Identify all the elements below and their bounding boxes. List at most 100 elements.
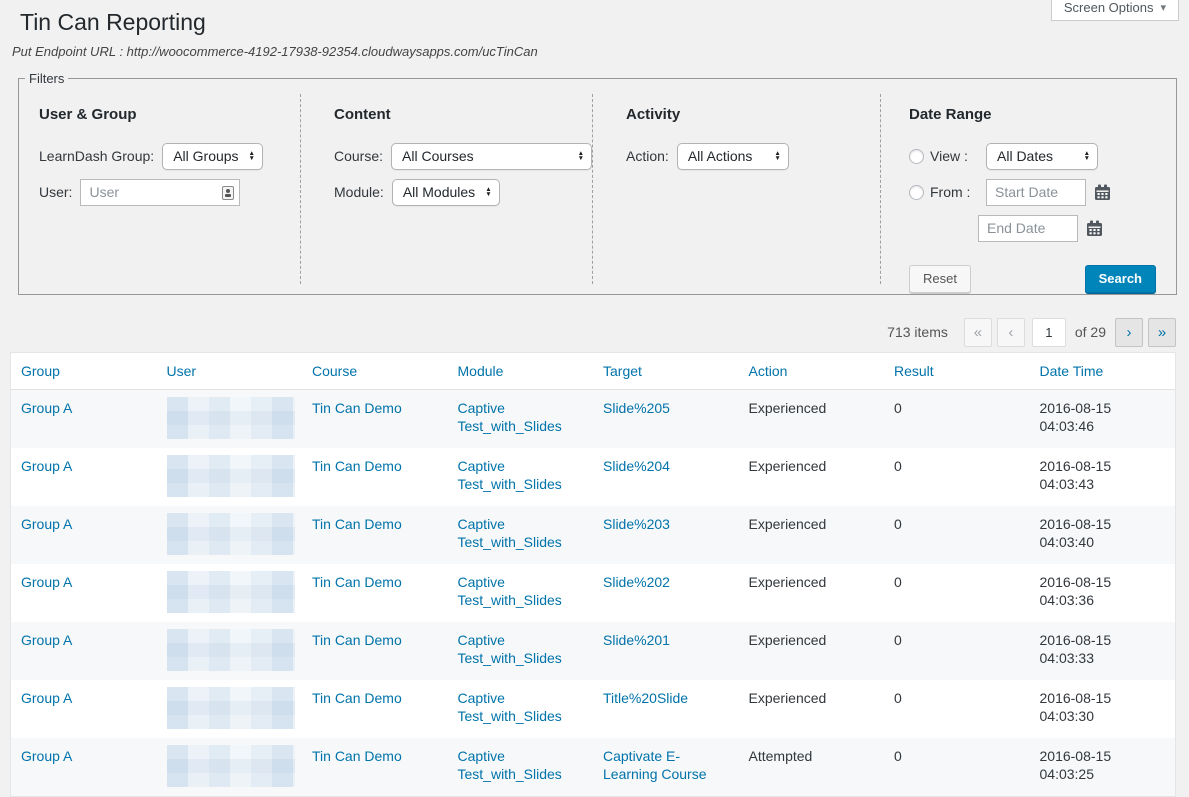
course-label: Course: — [334, 148, 383, 164]
user-input[interactable] — [80, 179, 240, 206]
group-link[interactable]: Group A — [21, 400, 72, 416]
user-group-heading: User & Group — [39, 106, 300, 123]
start-date-input[interactable] — [986, 179, 1086, 206]
course-link[interactable]: Tin Can Demo — [312, 574, 402, 590]
reset-button[interactable]: Reset — [909, 265, 971, 293]
search-button[interactable]: Search — [1085, 265, 1156, 293]
target-link[interactable]: Slide%203 — [603, 516, 670, 532]
module-link[interactable]: Captive Test_with_Slides — [458, 632, 562, 666]
module-link[interactable]: Captive Test_with_Slides — [458, 574, 562, 608]
pagination: 713 items « ‹ of 29 › » — [0, 318, 1176, 347]
column-header-course[interactable]: Course — [302, 353, 448, 390]
table-header-row: Group User Course Module Target Action R… — [11, 353, 1175, 390]
user-redacted-blur — [167, 455, 295, 497]
target-link[interactable]: Title%20Slide — [603, 690, 688, 706]
group-link[interactable]: Group A — [21, 690, 72, 706]
target-link[interactable]: Captivate E-Learning Course — [603, 748, 707, 782]
date-range-section: Date Range View : All Dates ▲▼ From : — [881, 94, 1176, 284]
action-cell: Attempted — [739, 738, 885, 796]
column-header-module[interactable]: Module — [448, 353, 594, 390]
datetime-cell: 2016-08-15 04:03:46 — [1030, 389, 1176, 448]
group-link[interactable]: Group A — [21, 516, 72, 532]
datetime-cell: 2016-08-15 04:03:30 — [1030, 680, 1176, 738]
view-dates-select[interactable]: All Dates ▲▼ — [986, 143, 1098, 170]
action-cell: Experienced — [739, 389, 885, 448]
course-link[interactable]: Tin Can Demo — [312, 458, 402, 474]
module-link[interactable]: Captive Test_with_Slides — [458, 458, 562, 492]
module-link[interactable]: Captive Test_with_Slides — [458, 516, 562, 550]
date-range-heading: Date Range — [909, 106, 1156, 123]
current-page-input[interactable] — [1032, 318, 1066, 347]
column-header-user[interactable]: User — [157, 353, 303, 390]
module-select[interactable]: All Modules ▲▼ — [392, 179, 500, 206]
table-row: Group A Tin Can Demo Captive Test_with_S… — [11, 448, 1175, 506]
group-link[interactable]: Group A — [21, 574, 72, 590]
course-link[interactable]: Tin Can Demo — [312, 516, 402, 532]
select-arrows-icon: ▲▼ — [774, 151, 780, 161]
result-cell: 0 — [884, 738, 1030, 796]
course-link[interactable]: Tin Can Demo — [312, 632, 402, 648]
user-redacted-blur — [167, 571, 295, 613]
module-link[interactable]: Captive Test_with_Slides — [458, 690, 562, 724]
action-select[interactable]: All Actions ▲▼ — [677, 143, 789, 170]
datetime-cell: 2016-08-15 04:03:36 — [1030, 564, 1176, 622]
user-redacted-blur — [167, 397, 295, 439]
user-redacted-blur — [167, 513, 295, 555]
column-header-group[interactable]: Group — [11, 353, 157, 390]
select-arrows-icon: ▲▼ — [485, 187, 491, 197]
select-arrows-icon: ▲▼ — [578, 151, 584, 161]
datetime-cell: 2016-08-15 04:03:43 — [1030, 448, 1176, 506]
action-label: Action: — [626, 148, 669, 164]
autocomplete-contact-icon[interactable] — [222, 186, 234, 200]
end-date-calendar-icon[interactable] — [1086, 220, 1103, 237]
from-radio[interactable] — [909, 185, 924, 200]
learndash-group-select[interactable]: All Groups ▲▼ — [162, 143, 263, 170]
action-cell: Experienced — [739, 680, 885, 738]
group-link[interactable]: Group A — [21, 458, 72, 474]
course-link[interactable]: Tin Can Demo — [312, 690, 402, 706]
previous-page-button[interactable]: ‹ — [997, 318, 1025, 347]
select-arrows-icon: ▲▼ — [1084, 151, 1090, 161]
target-link[interactable]: Slide%205 — [603, 400, 670, 416]
module-label: Module: — [334, 184, 384, 200]
next-page-button[interactable]: › — [1115, 318, 1143, 347]
course-select[interactable]: All Courses ▲▼ — [391, 143, 592, 170]
column-header-datetime[interactable]: Date Time — [1030, 353, 1176, 390]
target-link[interactable]: Slide%202 — [603, 574, 670, 590]
total-pages-text: of 29 — [1075, 324, 1106, 340]
action-cell: Experienced — [739, 506, 885, 564]
table-row: Group A Tin Can Demo Captive Test_with_S… — [11, 564, 1175, 622]
content-heading: Content — [334, 106, 592, 123]
table-row: Group A Tin Can Demo Captive Test_with_S… — [11, 738, 1175, 796]
last-page-button[interactable]: » — [1148, 318, 1176, 347]
column-header-result[interactable]: Result — [884, 353, 1030, 390]
result-cell: 0 — [884, 389, 1030, 448]
start-date-calendar-icon[interactable] — [1094, 184, 1111, 201]
first-page-button[interactable]: « — [964, 318, 992, 347]
column-header-action[interactable]: Action — [739, 353, 885, 390]
course-link[interactable]: Tin Can Demo — [312, 748, 402, 764]
screen-options-button[interactable]: Screen Options ▾ — [1051, 0, 1179, 21]
datetime-cell: 2016-08-15 04:03:33 — [1030, 622, 1176, 680]
result-cell: 0 — [884, 506, 1030, 564]
chevron-down-icon: ▾ — [1160, 1, 1166, 14]
from-label: From : — [930, 184, 978, 200]
table-row: Group A Tin Can Demo Captive Test_with_S… — [11, 389, 1175, 448]
course-link[interactable]: Tin Can Demo — [312, 400, 402, 416]
view-radio[interactable] — [909, 149, 924, 164]
view-label: View : — [930, 148, 978, 164]
table-row: Group A Tin Can Demo Captive Test_with_S… — [11, 622, 1175, 680]
report-table-container: Group User Course Module Target Action R… — [10, 352, 1176, 797]
group-link[interactable]: Group A — [21, 632, 72, 648]
target-link[interactable]: Slide%201 — [603, 632, 670, 648]
action-cell: Experienced — [739, 448, 885, 506]
end-date-input[interactable] — [978, 215, 1078, 242]
datetime-cell: 2016-08-15 04:03:40 — [1030, 506, 1176, 564]
activity-heading: Activity — [626, 106, 880, 123]
module-link[interactable]: Captive Test_with_Slides — [458, 400, 562, 434]
content-section: Content Course: All Courses ▲▼ Module: A… — [301, 94, 593, 284]
group-link[interactable]: Group A — [21, 748, 72, 764]
column-header-target[interactable]: Target — [593, 353, 739, 390]
target-link[interactable]: Slide%204 — [603, 458, 670, 474]
module-link[interactable]: Captive Test_with_Slides — [458, 748, 562, 782]
